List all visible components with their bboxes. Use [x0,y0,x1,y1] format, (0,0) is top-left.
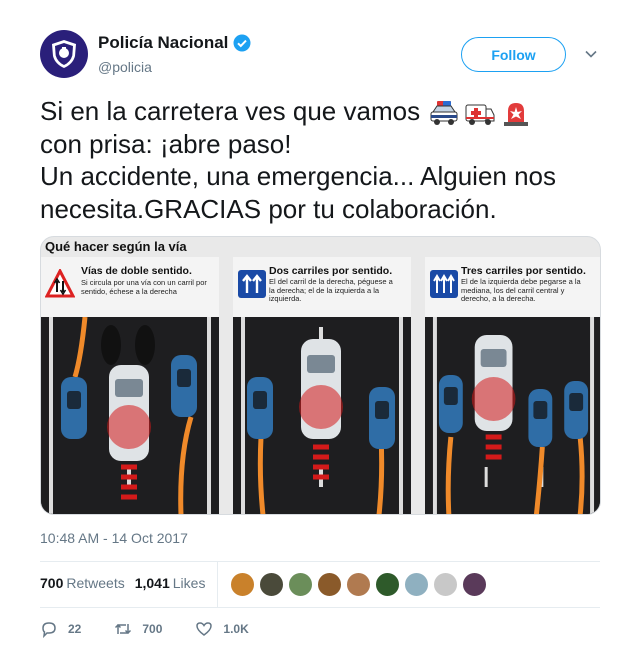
panel-title: Vías de doble sentido. [81,265,192,277]
reply-button[interactable]: 22 [40,620,81,638]
avatar[interactable] [40,30,88,78]
tweet-timestamp[interactable]: 10:48 AM - 14 Oct 2017 [40,530,188,546]
author-block: Policía Nacional @policia [98,33,251,75]
road-illustration [425,317,600,514]
liker-avatar[interactable] [346,572,371,597]
tweet-actions: 22 700 1.0K [40,620,282,638]
chevron-down-icon[interactable] [583,46,599,62]
three-lanes-sign-icon [430,270,458,298]
media-panel-two-lanes: Dos carriles por sentido. El del carril … [233,257,411,514]
liker-avatar[interactable] [230,572,255,597]
likes-label: Likes [172,575,206,591]
tweet-text: Si en la carretera ves que vamos con pri… [40,95,610,225]
liker-avatar[interactable] [433,572,458,597]
tweet-header: Policía Nacional @policia Follow [40,30,600,82]
likes-stat[interactable]: 1,041 Likes [135,575,206,591]
heart-icon [196,622,213,636]
retweets-label: Retweets [66,575,125,591]
stats-divider [217,561,218,607]
retweet-button[interactable]: 700 [114,620,162,638]
road-illustration [41,317,219,514]
reply-count: 22 [68,622,82,636]
panel-desc: El del carril de la derecha, péguese a l… [269,277,393,303]
display-name[interactable]: Policía Nacional [98,33,228,53]
media-panel-three-lanes: Tres carriles por sentido. El de la izqu… [425,257,600,514]
tweet-line: Un accidente, una emergencia... Alguien … [40,161,557,191]
tweet-line: con prisa: ¡abre paso! [40,128,292,159]
follow-button[interactable]: Follow [461,37,566,72]
police-car-icon [430,101,458,126]
media-title: Qué hacer según la vía [45,239,187,254]
two-lanes-sign-icon [238,270,266,298]
warning-triangle-icon [45,269,75,298]
retweets-stat[interactable]: 700 Retweets [40,575,125,591]
liker-avatar[interactable] [288,572,313,597]
police-shield-icon [52,40,76,68]
panel-title: Tres carriles por sentido. [461,265,586,277]
reply-icon [42,622,56,638]
liker-avatar[interactable] [404,572,429,597]
panel-desc: Si circula por una vía con un carril por… [81,278,207,296]
tweet-media-image[interactable]: Qué hacer según la vía Vías de doble sen… [40,236,601,515]
like-button[interactable]: 1.0K [195,620,249,638]
panel-title: Dos carriles por sentido. [269,265,393,277]
emoji-group [428,99,532,127]
tweet-line: necesita.GRACIAS por tu colaboración. [40,193,497,224]
tweet-line: Si en la carretera ves que vamos [40,95,610,128]
panel-desc: El de la izquierda debe pegarse a la med… [461,277,581,303]
liker-avatar[interactable] [375,572,400,597]
retweet-icon [115,623,132,635]
ambulance-icon [465,104,495,126]
siren-icon [504,103,529,127]
liker-avatar[interactable] [317,572,342,597]
liker-avatar[interactable] [259,572,284,597]
liker-avatars [230,572,487,597]
likes-count: 1,041 [134,575,170,591]
media-panel-two-way: Vías de doble sentido. Si circula por un… [41,257,219,514]
retweets-count: 700 [40,575,64,591]
retweet-count: 700 [142,622,163,636]
tweet-line-text: Si en la carretera ves que vamos [40,96,421,126]
like-count: 1.0K [223,622,249,636]
verified-badge-icon [233,34,251,52]
handle[interactable]: @policia [98,59,251,75]
divider [40,607,600,608]
tweet-stats: 700 Retweets 1,041 Likes [40,575,205,591]
divider [40,561,600,562]
road-illustration [233,317,411,514]
liker-avatar[interactable] [462,572,487,597]
